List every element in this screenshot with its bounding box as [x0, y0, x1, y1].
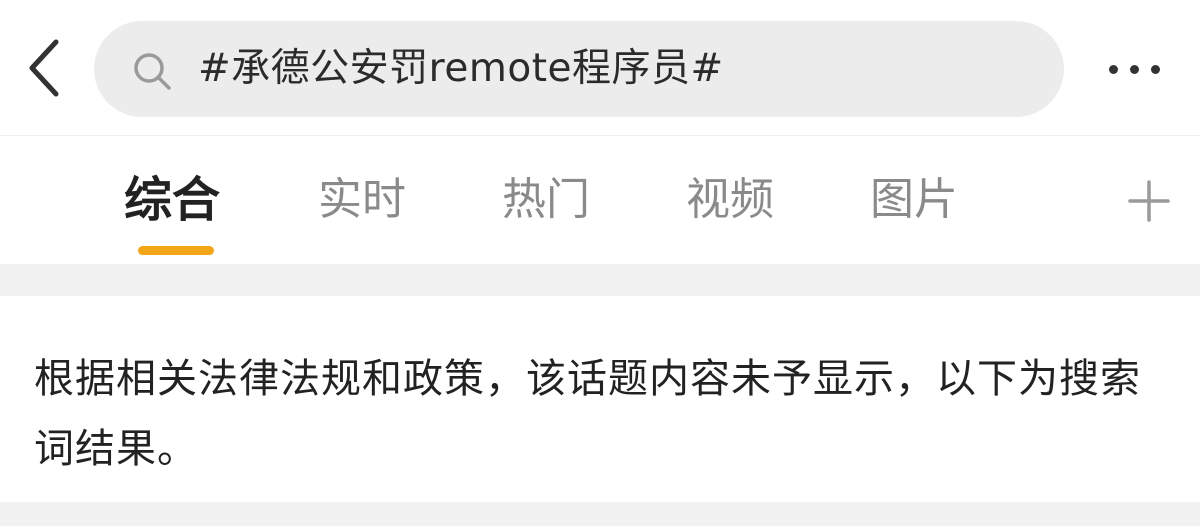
tab-bar: 综合 实时 热门 视频 图片 — [0, 136, 1200, 264]
more-options-button[interactable] — [1094, 44, 1174, 94]
active-tab-indicator — [138, 246, 214, 255]
tab-video[interactable]: 视频 — [686, 170, 774, 230]
search-icon — [132, 51, 172, 91]
search-header: #承德公安罚remote程序员# — [0, 0, 1200, 136]
notice-text: 根据相关法律法规和政策，该话题内容未予显示，以下为搜索词结果。 — [34, 356, 1141, 472]
search-box[interactable]: #承德公安罚remote程序员# — [94, 21, 1064, 117]
tab-images[interactable]: 图片 — [870, 170, 958, 230]
search-results-page: #承德公安罚remote程序员# 综合 实时 热门 视频 图片 根据相关法律法规… — [0, 0, 1200, 526]
chevron-left-icon — [29, 39, 59, 97]
tab-realtime[interactable]: 实时 — [318, 170, 406, 230]
notice-card: 根据相关法律法规和政策，该话题内容未予显示，以下为搜索词结果。 — [0, 296, 1200, 502]
plus-icon — [1128, 180, 1170, 222]
bottom-divider — [0, 502, 1200, 526]
back-button[interactable] — [14, 34, 74, 102]
section-divider — [0, 264, 1200, 296]
tab-comprehensive[interactable]: 综合 — [124, 170, 220, 230]
more-dots-icon — [1108, 64, 1118, 74]
tab-hot[interactable]: 热门 — [502, 170, 590, 230]
more-dot — [1150, 64, 1160, 74]
add-tab-button[interactable] — [1124, 176, 1174, 226]
search-query-text[interactable]: #承德公安罚remote程序员# — [198, 21, 724, 117]
more-dot — [1129, 64, 1139, 74]
